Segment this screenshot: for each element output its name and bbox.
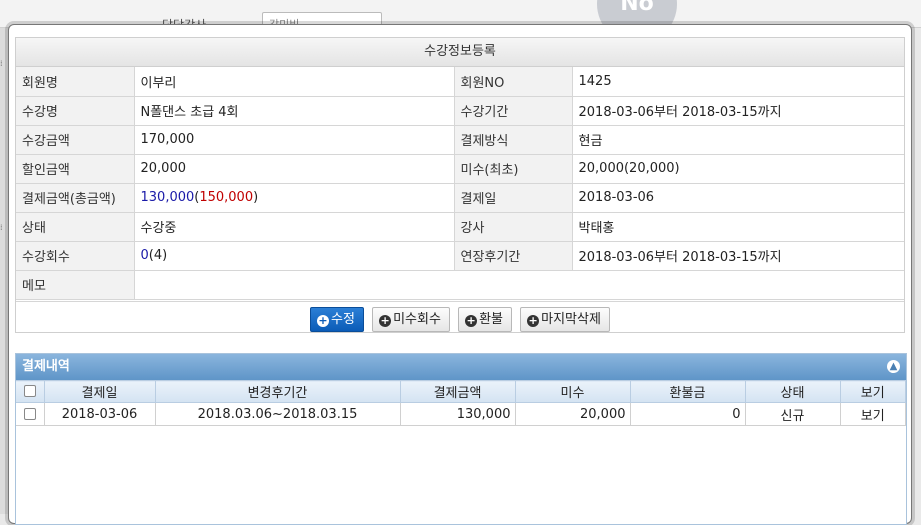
cell-unpaid: 20,000 [514,402,631,426]
view-link[interactable]: 보기 [839,402,906,426]
payment-history-title: 결제내역 [22,359,70,374]
info-row-status: 상태 수강중 강사 박태홍 [16,211,904,242]
sessions-used: 0 [140,248,149,263]
label-sessions: 수강회수 [16,240,135,271]
grip-icon: ⁞ [0,223,3,232]
value-unpaid-initial: 20,000(20,000) [571,153,904,184]
cell-status: 신규 [744,402,841,426]
info-row-member: 회원명 이부리 회원NO 1425 [16,67,904,97]
row-checkbox[interactable] [16,402,45,426]
label-course-price: 수강금액 [16,124,135,155]
label-member-name: 회원명 [16,67,135,97]
label-instructor: 강사 [453,211,573,242]
cell-payment-date: 2018-03-06 [43,402,156,426]
column-header[interactable]: 변경후기간 [154,380,401,403]
column-header[interactable]: 환불금 [629,380,746,403]
value-instructor: 박태홍 [571,211,904,242]
info-row-course: 수강명 N폴댄스 초급 4회 수강기간 2018-03-06부터 2018-03… [16,95,904,126]
sessions-total: (4) [148,248,168,263]
delete-last-button[interactable]: + 마지막삭제 [520,307,610,332]
background-sidebar [0,28,8,514]
course-info-modal: 수강정보등록 회원명 이부리 회원NO 1425 수강명 N폴댄스 초급 4회 … [8,24,912,525]
label-course-name: 수강명 [16,95,135,126]
collect-unpaid-button[interactable]: + 미수회수 [372,307,450,332]
column-header[interactable]: 결제일 [43,380,156,403]
cell-refund: 0 [629,402,746,426]
info-row-payment: 결제금액(총금액) 130,000(150,000) 결제일 2018-03-0… [16,182,904,213]
value-course-period: 2018-03-06부터 2018-03-15까지 [571,95,904,126]
value-status: 수강중 [133,211,455,242]
info-row-price: 수강금액 170,000 결제방식 현금 [16,124,904,155]
value-extended-period: 2018-03-06부터 2018-03-15까지 [571,240,904,271]
checkbox-icon [23,407,36,420]
total-amount: 150,000 [199,190,254,205]
refund-button[interactable]: + 환불 [458,307,512,332]
paid-amount: 130,000 [140,190,195,205]
label-memo: 메모 [16,269,135,300]
plus-icon: + [527,314,540,327]
label-extended-period: 연장후기간 [453,240,573,271]
label-paid-amount: 결제금액(총금액) [16,182,135,213]
column-header[interactable]: 보기 [839,380,906,403]
payment-history-header: 결제내역 ▲ [16,354,906,380]
value-member-name: 이부리 [133,67,455,97]
column-header[interactable]: 미수 [514,380,631,403]
value-course-name: N폴댄스 초급 4회 [133,95,455,126]
info-row-memo: 메모 [16,269,904,300]
cell-period: 2018.03.06~2018.03.15 [154,402,401,426]
table-header-row: 결제일 변경후기간 결제금액 미수 환불금 상태 보기 [16,380,906,403]
plus-icon: + [465,314,478,327]
grip-icon: ⁞ [0,59,3,68]
checkbox-icon [23,385,36,397]
value-payment-method: 현금 [571,124,904,155]
select-all-checkbox[interactable] [16,380,45,403]
label-discount: 할인금액 [16,153,135,184]
label-payment-method: 결제방식 [453,124,573,155]
label-course-period: 수강기간 [453,95,573,126]
collapse-icon[interactable]: ▲ [887,360,900,373]
delete-last-label: 마지막삭제 [541,312,601,327]
value-course-price: 170,000 [133,124,455,155]
refund-button-label: 환불 [479,312,503,327]
label-payment-date: 결제일 [453,182,573,213]
value-sessions: 0(4) [133,240,455,271]
paren-close: ) [253,190,259,205]
value-memo [133,269,904,300]
payment-history-table: 결제일 변경후기간 결제금액 미수 환불금 상태 보기 2018-03-06 2… [16,380,906,426]
label-member-no: 회원NO [453,67,573,97]
table-row[interactable]: 2018-03-06 2018.03.06~2018.03.15 130,000… [16,402,906,426]
value-member-no: 1425 [571,67,904,97]
payment-history-panel: 결제내역 ▲ 결제일 변경후기간 결제금액 미수 환불금 상태 보기 2018-… [15,353,907,525]
info-row-discount: 할인금액 20,000 미수(최초) 20,000(20,000) [16,153,904,184]
info-row-sessions: 수강회수 0(4) 연장후기간 2018-03-06부터 2018-03-15까… [16,240,904,271]
column-header[interactable]: 결제금액 [399,380,516,403]
course-info-panel: 수강정보등록 회원명 이부리 회원NO 1425 수강명 N폴댄스 초급 4회 … [15,37,905,333]
value-paid-amount: 130,000(150,000) [133,182,455,213]
column-header[interactable]: 상태 [744,380,841,403]
edit-button[interactable]: + 수정 [310,307,364,332]
label-unpaid-initial: 미수(최초) [453,153,573,184]
plus-icon: + [379,314,392,327]
edit-button-label: 수정 [331,312,355,327]
panel-title: 수강정보등록 [16,38,904,67]
value-discount: 20,000 [133,153,455,184]
cell-amount: 130,000 [399,402,516,426]
value-payment-date: 2018-03-06 [571,182,904,213]
course-info-table: 회원명 이부리 회원NO 1425 수강명 N폴댄스 초급 4회 수강기간 20… [16,67,904,300]
collect-unpaid-label: 미수회수 [393,312,441,327]
action-buttons: + 수정 + 미수회수 + 환불 + 마지막삭제 [16,301,904,335]
label-status: 상태 [16,211,135,242]
plus-icon: + [317,314,330,327]
